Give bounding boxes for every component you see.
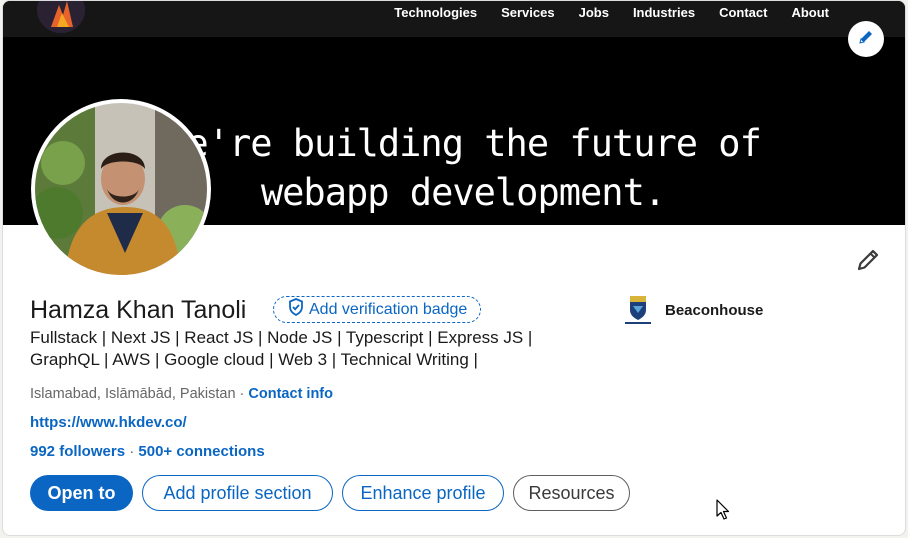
enhance-profile-button[interactable]: Enhance profile bbox=[342, 475, 504, 511]
banner-slogan-line2: webapp development. bbox=[260, 171, 666, 214]
website-nav-bar: Technologies Services Jobs Industries Co… bbox=[3, 1, 905, 37]
site-logo bbox=[37, 1, 85, 33]
verify-badge-label: Add verification badge bbox=[309, 300, 468, 318]
add-profile-section-button[interactable]: Add profile section bbox=[142, 475, 333, 511]
avatar-photo bbox=[35, 103, 207, 275]
location-separator: · bbox=[235, 386, 249, 402]
followers-link[interactable]: 992 followers bbox=[30, 443, 125, 460]
nav-link-industries[interactable]: Industries bbox=[633, 5, 695, 21]
nav-link-jobs[interactable]: Jobs bbox=[579, 5, 609, 21]
nav-links: Technologies Services Jobs Industries Co… bbox=[370, 5, 829, 21]
open-to-button[interactable]: Open to bbox=[30, 475, 133, 511]
nav-link-contact[interactable]: Contact bbox=[719, 5, 767, 21]
pencil-icon bbox=[853, 249, 883, 279]
contact-info-link[interactable]: Contact info bbox=[248, 386, 333, 402]
profile-location: Islamabad, Islāmābād, Pakistan bbox=[30, 386, 236, 402]
profile-headline: Fullstack | Next JS | React JS | Node JS… bbox=[30, 327, 550, 371]
profile-card: Technologies Services Jobs Industries Co… bbox=[2, 0, 906, 536]
edit-banner-button[interactable] bbox=[848, 21, 884, 57]
pencil-icon bbox=[857, 28, 875, 51]
school-name: Beaconhouse bbox=[665, 301, 764, 319]
resources-button[interactable]: Resources bbox=[513, 475, 630, 511]
school-logo bbox=[619, 293, 657, 327]
profile-avatar[interactable] bbox=[31, 99, 211, 279]
add-verification-badge-button[interactable]: Add verification badge bbox=[273, 296, 482, 323]
banner-slogan-line1: We're building the future of bbox=[165, 122, 762, 165]
stats-row: 992 followers · 500+ connections bbox=[30, 443, 265, 461]
website-link[interactable]: https://www.hkdev.co/ bbox=[30, 414, 187, 432]
nav-link-technologies[interactable]: Technologies bbox=[394, 5, 477, 21]
banner-slogan: We're building the future of webapp deve… bbox=[153, 119, 773, 217]
nav-link-about[interactable]: About bbox=[791, 5, 829, 21]
headline-line1: Fullstack | Next JS | React JS | Node JS… bbox=[30, 328, 533, 347]
profile-name: Hamza Khan Tanoli bbox=[30, 296, 247, 324]
headline-line2: GraphQL | AWS | Google cloud | Web 3 | T… bbox=[30, 350, 478, 369]
education-entry[interactable]: Beaconhouse bbox=[619, 293, 763, 327]
edit-profile-button[interactable] bbox=[853, 245, 883, 275]
connections-link[interactable]: 500+ connections bbox=[138, 443, 264, 460]
stats-separator: · bbox=[125, 443, 139, 460]
mouse-cursor-icon bbox=[716, 499, 730, 526]
nav-link-services[interactable]: Services bbox=[501, 5, 555, 21]
shield-check-icon bbox=[288, 298, 309, 321]
location-row: Islamabad, Islāmābād, Pakistan · Contact… bbox=[30, 385, 333, 403]
